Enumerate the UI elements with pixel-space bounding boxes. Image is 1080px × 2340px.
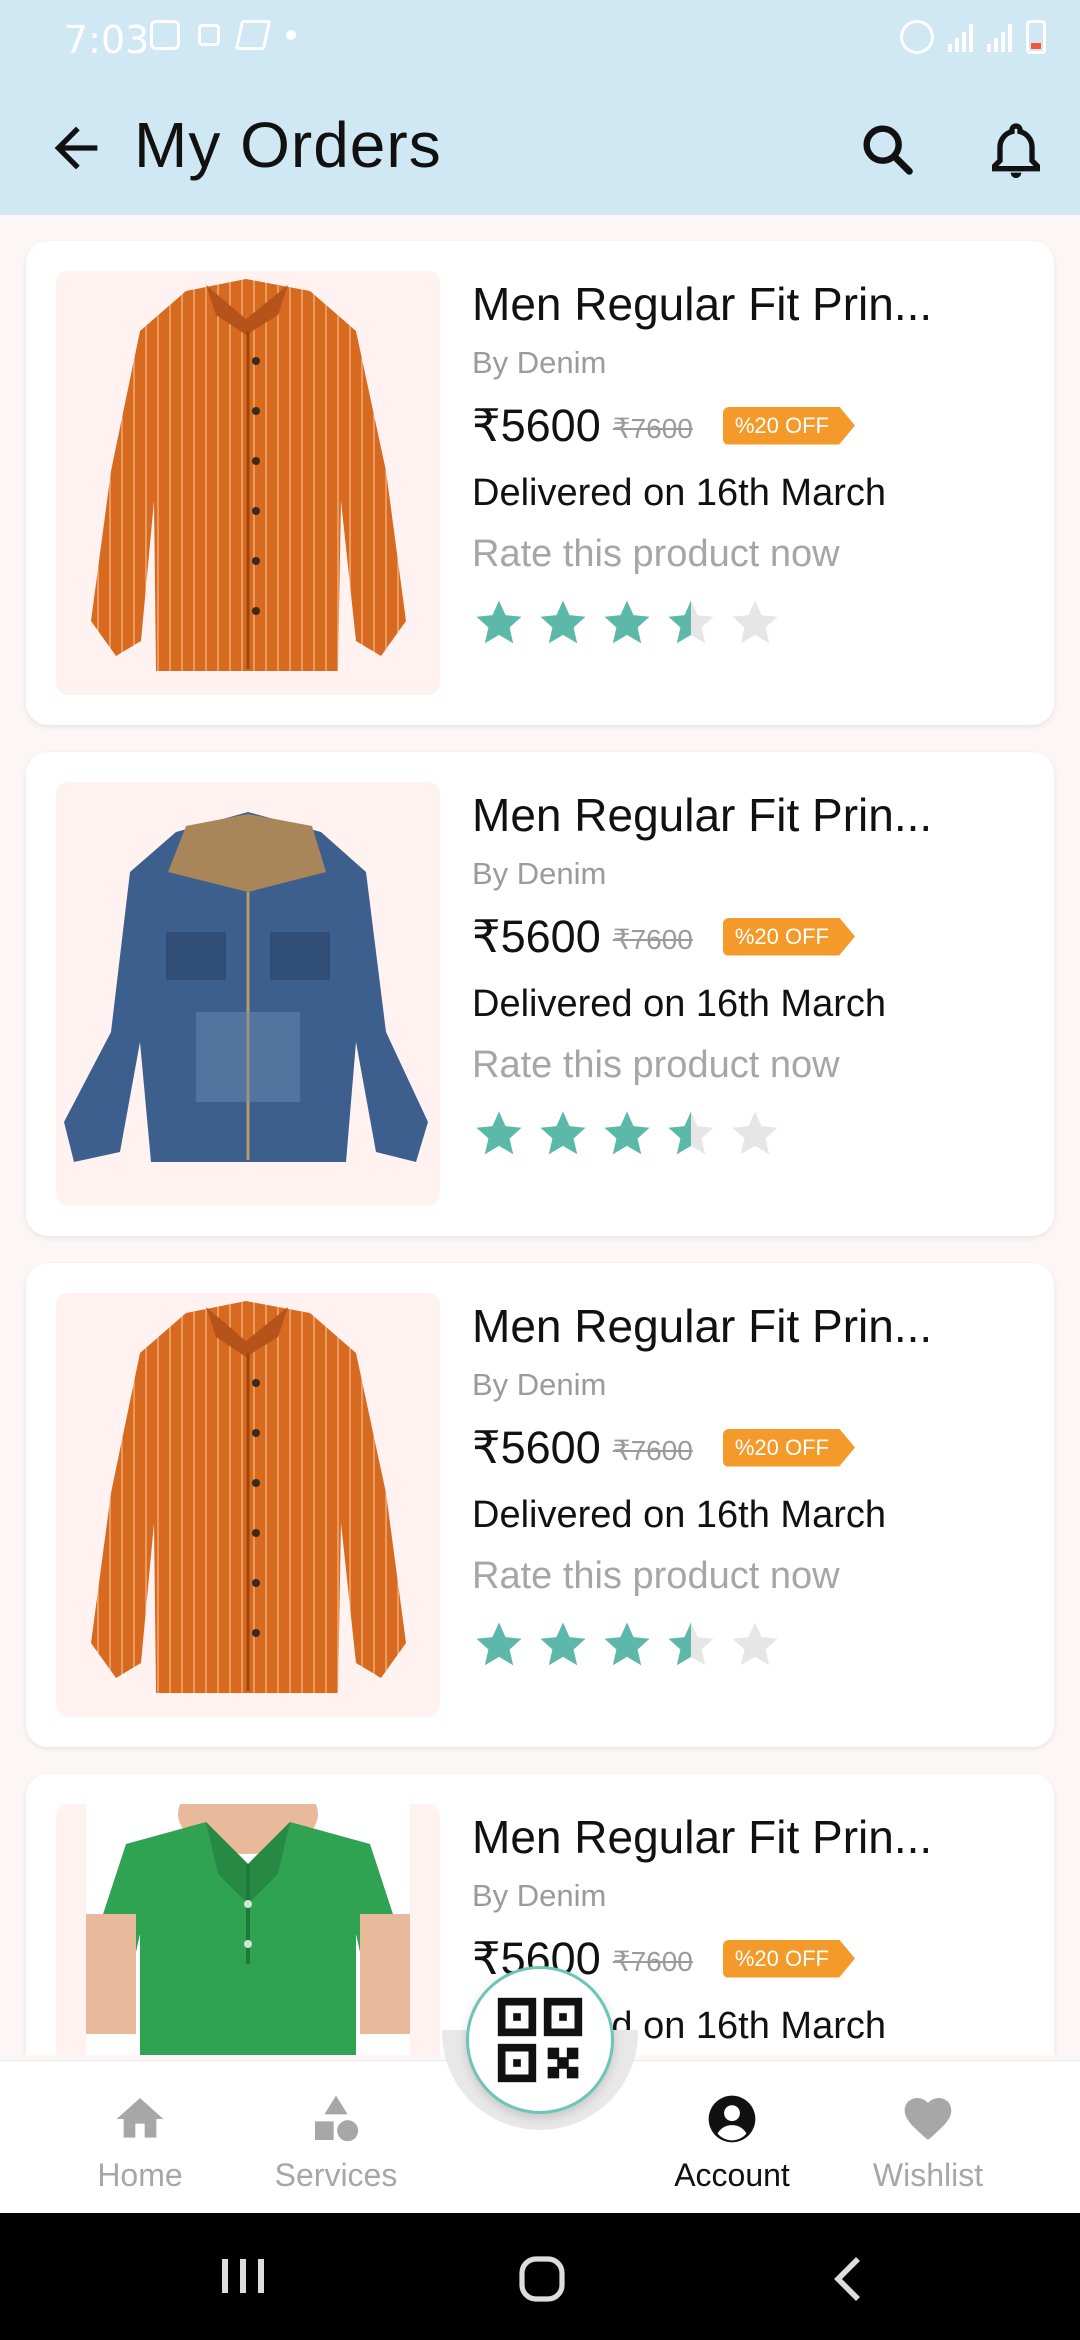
dot-icon [286,30,296,40]
home-button-icon[interactable] [514,2251,570,2307]
delivery-status: Delivered on 16th March [472,983,886,1025]
product-name[interactable]: Men Regular Fit Prin... [472,1810,1032,1864]
qr-code-icon [497,1997,583,2083]
page-title: My Orders [134,109,442,181]
product-image-denim-jacket [64,812,428,1162]
account-icon [708,2095,756,2143]
rating-star-icon[interactable] [728,596,782,650]
price-row: ₹5600 ₹7600 %20 OFF [472,910,1032,963]
product-image-green-polo [86,1804,410,2055]
rating-star-icon[interactable] [600,596,654,650]
rating-star-icon[interactable] [664,596,718,650]
product-thumbnail[interactable] [56,1804,440,2055]
price-row: ₹5600 ₹7600 %20 OFF [472,1421,1032,1474]
product-price: ₹5600 [472,1422,601,1473]
rating-star-icon[interactable] [536,596,590,650]
notification-icons [150,20,296,50]
battery-icon [1026,20,1046,54]
home-icon [116,2098,164,2138]
order-info: Men Regular Fit Prin... By Denim ₹5600 ₹760… [472,782,1032,1161]
product-thumbnail[interactable] [56,782,440,1206]
discount-badge: %20 OFF [722,1428,855,1467]
rating-star-icon[interactable] [600,1107,654,1161]
orders-list[interactable]: Men Regular Fit Prin... By Denim ₹5600 ₹760… [0,215,1080,2055]
services-icon [315,2095,359,2142]
status-time: 7:03 [64,18,150,62]
system-navigation-bar [0,2213,1080,2340]
rating-stars[interactable] [472,596,1032,650]
product-brand: By Denim [472,1878,607,1913]
product-thumbnail[interactable] [56,1293,440,1717]
rating-star-icon[interactable] [472,596,526,650]
bell-icon[interactable] [984,118,1048,182]
order-info: Men Regular Fit Prin... By Denim ₹5600 ₹760… [472,1293,1032,1672]
nav-services-label: Services [274,2157,398,2193]
system-status-icons [900,20,1046,54]
rating-stars[interactable] [472,1618,1032,1672]
delivery-status: Delivered on 16th March [472,1494,886,1536]
discount-badge: %20 OFF [722,406,855,445]
product-image-orange-shirt [91,1301,406,1693]
app-notification-icon [198,24,220,46]
product-brand: By Denim [472,345,607,380]
rate-prompt[interactable]: Rate this product now [472,533,1032,576]
rating-star-icon[interactable] [472,1618,526,1672]
product-name[interactable]: Men Regular Fit Prin... [472,788,1032,842]
product-brand: By Denim [472,1367,607,1402]
rating-star-icon[interactable] [600,1618,654,1672]
product-mrp: ₹7600 [612,1946,693,1977]
nav-services[interactable]: Services [256,2091,416,2194]
recent-apps-icon[interactable] [216,2251,272,2301]
nav-wishlist[interactable]: Wishlist [848,2091,1008,2194]
product-price: ₹5600 [472,911,601,962]
rate-prompt[interactable]: Rate this product now [472,1555,1032,1598]
product-mrp: ₹7600 [612,1435,693,1466]
status-bar: 7:03 [0,0,1080,80]
product-brand: By Denim [472,856,607,891]
paytm-icon [234,20,272,50]
product-name[interactable]: Men Regular Fit Prin... [472,277,1032,331]
product-mrp: ₹7600 [612,413,693,444]
product-mrp: ₹7600 [612,924,693,955]
signal-icon-sim1 [948,22,973,52]
hotspot-icon [900,20,934,54]
nav-wishlist-label: Wishlist [872,2157,984,2193]
back-button-icon[interactable] [826,2251,870,2307]
rating-star-icon[interactable] [536,1618,590,1672]
order-card[interactable]: Men Regular Fit Prin... By Denim ₹5600 ₹760… [26,1263,1054,1747]
nav-account[interactable]: Account [652,2091,812,2194]
product-name[interactable]: Men Regular Fit Prin... [472,1299,1032,1353]
nav-account-label: Account [674,2157,790,2193]
nav-home-label: Home [97,2157,183,2193]
order-card[interactable]: Men Regular Fit Prin... By Denim ₹5600 ₹760… [26,752,1054,1236]
rating-star-icon[interactable] [664,1618,718,1672]
order-info: Men Regular Fit Prin... By Denim ₹5600 ₹760… [472,271,1032,650]
rating-star-icon[interactable] [472,1107,526,1161]
order-card[interactable]: Men Regular Fit Prin... By Denim ₹5600 ₹760… [26,241,1054,725]
discount-badge: %20 OFF [722,917,855,956]
product-image-orange-shirt [91,279,406,671]
product-thumbnail[interactable] [56,271,440,695]
price-row: ₹5600 ₹7600 %20 OFF [472,399,1032,452]
nav-home[interactable]: Home [60,2091,220,2194]
qr-scan-button[interactable] [466,1966,614,2114]
rating-star-icon[interactable] [728,1618,782,1672]
product-price: ₹5600 [472,400,601,451]
rate-prompt[interactable]: Rate this product now [472,1044,1032,1087]
app-bar: My Orders [0,80,1080,215]
rating-star-icon[interactable] [664,1107,718,1161]
rating-star-icon[interactable] [536,1107,590,1161]
signal-icon-sim2 [987,22,1012,52]
heart-icon [904,2098,952,2140]
delivery-status: Delivered on 16th March [472,472,886,514]
discount-badge: %20 OFF [722,1939,855,1978]
rating-stars[interactable] [472,1107,1032,1161]
rating-star-icon[interactable] [728,1107,782,1161]
gallery-icon [150,20,180,50]
back-arrow-icon[interactable] [44,116,108,180]
search-icon[interactable] [856,118,920,182]
